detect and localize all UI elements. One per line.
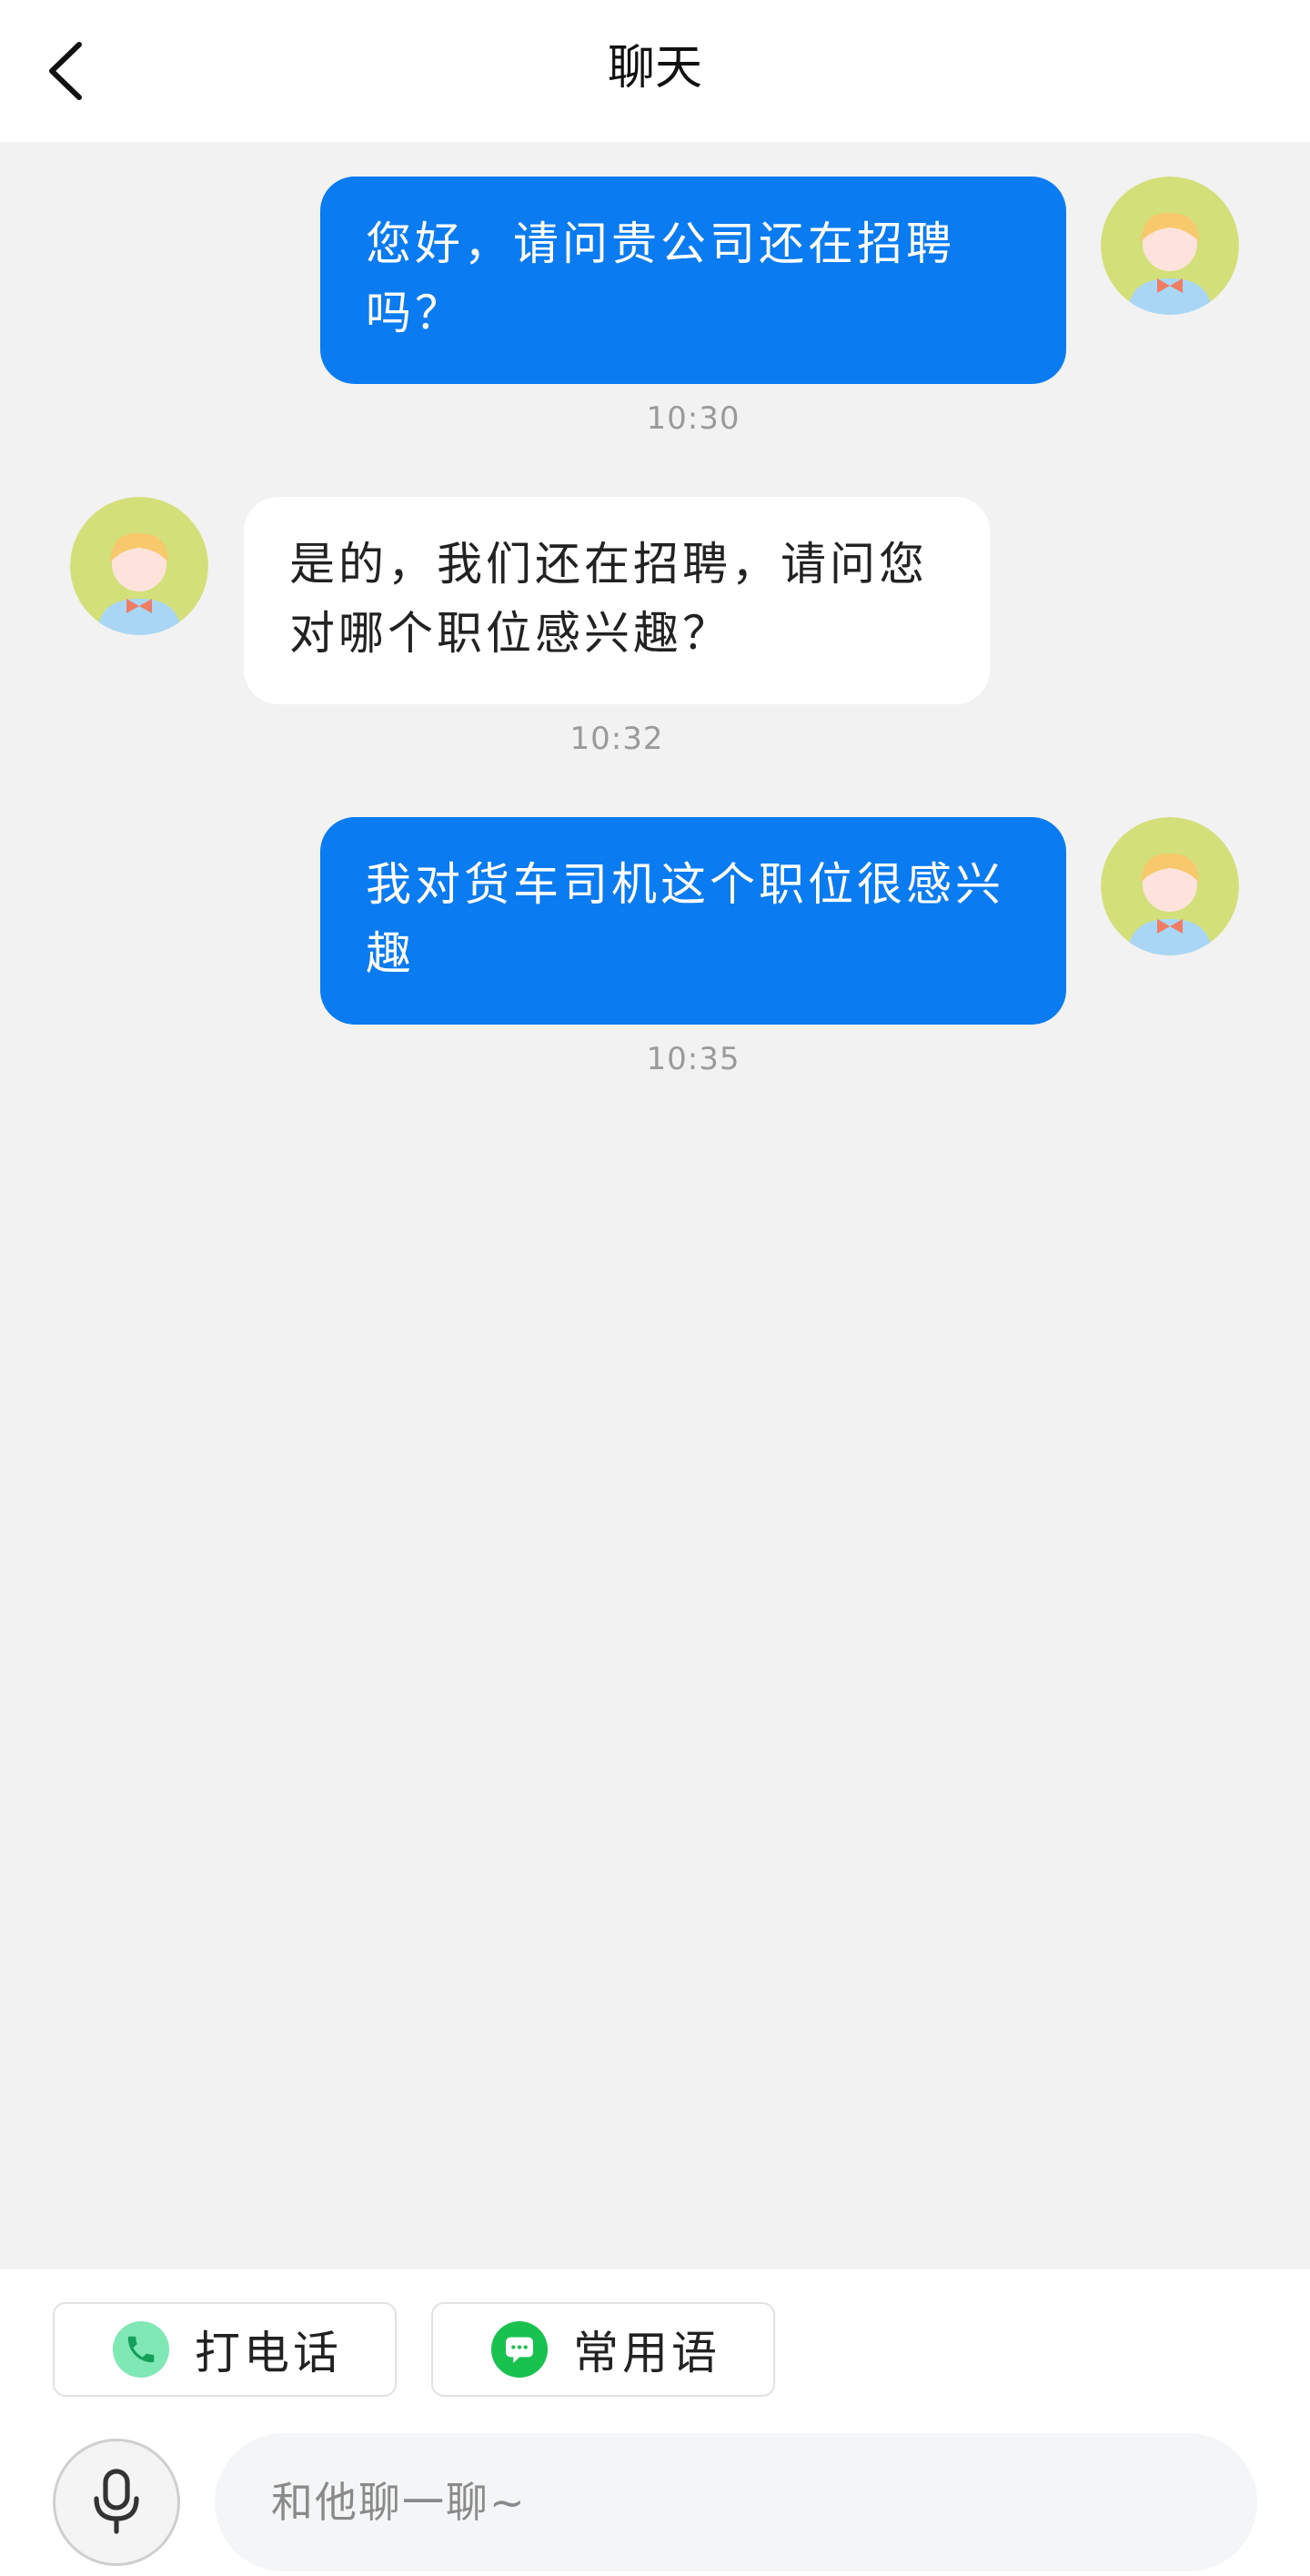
- message-text: 我对货车司机这个职位很感兴趣: [366, 858, 1004, 980]
- voice-input-button[interactable]: [53, 2439, 180, 2566]
- message-input[interactable]: [215, 2433, 1257, 2571]
- call-label: 打电话: [195, 2327, 342, 2379]
- avatar[interactable]: [1101, 177, 1239, 315]
- avatar[interactable]: [70, 497, 208, 635]
- chat-bubble-icon: [491, 2321, 548, 2378]
- message-text: 您好，请问贵公司还在招聘吗？: [366, 217, 955, 339]
- message-text: 是的，我们还在招聘，请问您对哪个职位感兴趣？: [289, 538, 928, 660]
- common-phrases-button[interactable]: 常用语: [431, 2302, 775, 2397]
- avatar[interactable]: [1101, 817, 1239, 955]
- user-avatar-icon: [1101, 177, 1239, 315]
- user-avatar-icon: [70, 497, 208, 635]
- phone-icon: [113, 2321, 169, 2378]
- message-timestamp: 10:32: [569, 721, 664, 757]
- message-timestamp: 10:35: [646, 1041, 741, 1077]
- message-bubble-received[interactable]: 是的，我们还在招聘，请问您对哪个职位感兴趣？: [244, 497, 990, 704]
- call-button[interactable]: 打电话: [53, 2302, 397, 2397]
- user-avatar-icon: [1101, 817, 1239, 955]
- message-bubble-sent[interactable]: 您好，请问贵公司还在招聘吗？: [320, 177, 1066, 384]
- top-bar: 聊天: [0, 0, 1310, 142]
- page-title: 聊天: [607, 41, 702, 96]
- message-timestamp: 10:30: [646, 400, 741, 437]
- message-bubble-sent[interactable]: 我对货车司机这个职位很感兴趣: [320, 817, 1066, 1025]
- microphone-icon: [94, 2469, 139, 2534]
- bottom-toolbar: 打电话 常用语: [0, 2269, 1310, 2576]
- common-phrases-label: 常用语: [573, 2327, 720, 2379]
